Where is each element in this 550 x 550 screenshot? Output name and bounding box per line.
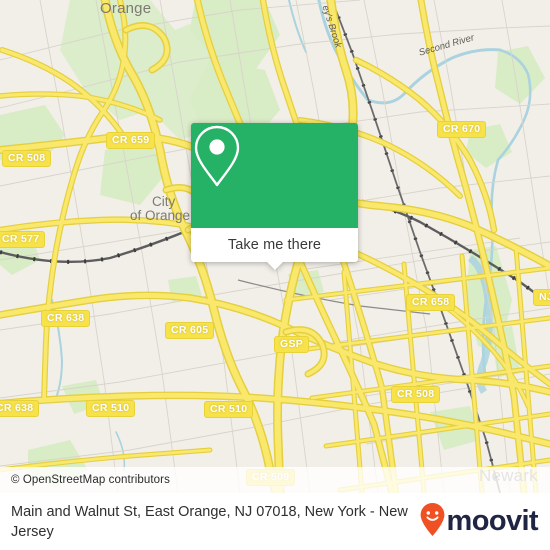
road-shield-cr605[interactable]: CR 605	[165, 322, 215, 339]
map-canvas[interactable]: Orange City of Orange Newark Second Rive…	[0, 0, 550, 493]
moovit-wordmark: moovit	[446, 505, 539, 537]
road-shield-cr670[interactable]: CR 670	[437, 121, 487, 138]
road-shield-gsp[interactable]: GSP	[274, 336, 310, 353]
moovit-logo[interactable]: moovit	[419, 502, 550, 542]
road-shield-cr510-west[interactable]: CR 510	[86, 400, 136, 417]
road-shield-cr659[interactable]: CR 659	[106, 132, 156, 149]
callout-pointer	[266, 262, 283, 270]
road-shield-cr577[interactable]: CR 577	[0, 231, 46, 248]
map-screenshot: Orange City of Orange Newark Second Rive…	[0, 0, 550, 550]
road-shield-nj[interactable]: NJ	[533, 289, 550, 306]
road-shield-cr658[interactable]: CR 658	[406, 294, 456, 311]
road-shield-cr508-west[interactable]: CR 508	[2, 150, 52, 167]
road-shield-cr508-east[interactable]: CR 508	[391, 386, 441, 403]
moovit-smiley-pin-icon	[419, 502, 446, 542]
attribution-text: © OpenStreetMap contributors	[11, 474, 170, 486]
take-me-there-label: Take me there	[227, 237, 322, 253]
road-shield-cr638-south[interactable]: CR 638	[0, 400, 40, 417]
callout-header	[191, 123, 358, 228]
road-shield-cr510-east[interactable]: CR 510	[204, 401, 254, 418]
footer-bar: Main and Walnut St, East Orange, NJ 0701…	[0, 493, 550, 550]
take-me-there-button[interactable]: Take me there	[191, 228, 358, 270]
location-title: Main and Walnut St, East Orange, NJ 0701…	[11, 503, 408, 540]
location-callout-card[interactable]: Take me there	[191, 123, 358, 270]
map-attribution: © OpenStreetMap contributors	[0, 467, 550, 493]
road-shield-cr638-north[interactable]: CR 638	[41, 310, 91, 327]
